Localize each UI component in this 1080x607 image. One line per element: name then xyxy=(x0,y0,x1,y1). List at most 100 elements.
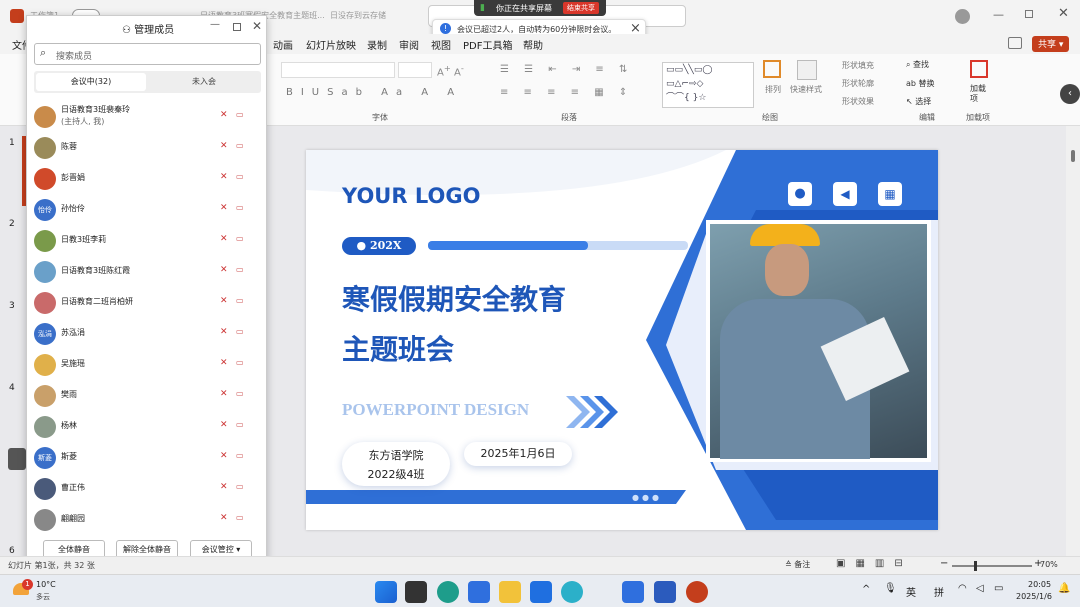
notification-bell-icon[interactable]: 🔔 xyxy=(1058,583,1070,594)
tab-in-meeting[interactable]: 会议中(32) xyxy=(36,73,146,91)
scroll-thumb[interactable] xyxy=(1071,150,1075,162)
member-row[interactable]: 怡伶 孙怡伶 ✕ ▭ xyxy=(27,194,268,225)
zoom-level[interactable]: 70% xyxy=(1040,560,1058,569)
find-button[interactable]: ⌕ 查找 xyxy=(906,59,929,70)
shape-fill[interactable]: 形状填充 xyxy=(842,60,874,71)
shape-outline[interactable]: 形状轮廓 xyxy=(842,78,874,89)
panel-close-icon[interactable]: ✕ xyxy=(252,19,262,33)
panel-minimize-icon[interactable]: — xyxy=(210,19,220,30)
vertical-scrollbar[interactable] xyxy=(1066,126,1080,556)
menu-slideshow[interactable]: 幻灯片放映 xyxy=(306,37,356,52)
wifi-icon[interactable]: ◠ xyxy=(958,583,967,594)
mic-muted-icon[interactable]: ✕ xyxy=(220,327,228,337)
member-row[interactable]: 陈蓉 ✕ ▭ xyxy=(27,132,268,163)
thumb-3[interactable]: 3 xyxy=(9,301,15,311)
comment-icon[interactable] xyxy=(1008,37,1022,49)
menu-pdf[interactable]: PDF工具箱 xyxy=(463,37,512,52)
camera-off-icon[interactable]: ▭ xyxy=(236,141,244,150)
shape-gallery[interactable]: ▭▭╲╲▭◯ ▭△⌐⇨◇ ⌒⌒{ }☆ xyxy=(662,62,754,108)
member-search-input[interactable]: ⌕ 搜索成员 xyxy=(34,43,261,65)
mic-muted-icon[interactable]: ✕ xyxy=(220,420,228,430)
camera-off-icon[interactable]: ▭ xyxy=(236,265,244,274)
thumb-2[interactable]: 2 xyxy=(9,219,15,229)
member-row[interactable]: 日语教育3班裴秦玲 (主持人, 我) ✕ ▭ xyxy=(27,101,268,132)
member-row[interactable]: 樊雨 ✕ ▭ xyxy=(27,380,268,411)
camera-off-icon[interactable]: ▭ xyxy=(236,327,244,336)
font-grow-icon[interactable]: A+ A- xyxy=(437,63,464,78)
share-button[interactable]: 共享 ▾ xyxy=(1032,36,1070,52)
member-row[interactable]: 翩翩园 ✕ ▭ xyxy=(27,504,268,535)
view-buttons[interactable]: ▣▦▥⊟ xyxy=(836,558,913,569)
shape-effect[interactable]: 形状效果 xyxy=(842,96,874,107)
title-tab-3[interactable]: 日没存到云存储 xyxy=(330,10,386,21)
member-row[interactable]: 斯菱 斯菱 ✕ ▭ xyxy=(27,442,268,473)
font-family-dropdown[interactable] xyxy=(281,62,395,78)
menu-review[interactable]: 审阅 xyxy=(399,37,419,52)
mic-muted-icon[interactable]: ✕ xyxy=(220,141,228,151)
mic-muted-icon[interactable]: ✕ xyxy=(220,358,228,368)
tab-not-joined[interactable]: 未入会 xyxy=(149,73,259,91)
zoom-out-icon[interactable]: − xyxy=(940,558,948,569)
zoom-slider[interactable] xyxy=(952,565,1032,567)
para-buttons-row2[interactable]: ≡ ≡ ≡ ≡ ▦ ⇕ xyxy=(500,87,633,98)
menu-animation[interactable]: 动画 xyxy=(273,37,293,52)
word-icon[interactable] xyxy=(654,581,676,603)
explorer-icon[interactable] xyxy=(499,581,521,603)
camera-off-icon[interactable]: ▭ xyxy=(236,234,244,243)
mic-muted-icon[interactable]: ✕ xyxy=(220,296,228,306)
thumb-4[interactable]: 4 xyxy=(9,383,15,393)
powerpoint-icon[interactable] xyxy=(686,581,708,603)
select-button[interactable]: ↖ 选择 xyxy=(906,96,931,107)
addin-label[interactable]: 加载项 xyxy=(970,84,990,104)
ime-lang[interactable]: 英 xyxy=(906,584,916,599)
collapse-ribbon-button[interactable]: ‹ xyxy=(1060,84,1080,104)
camera-off-icon[interactable]: ▭ xyxy=(236,420,244,429)
thumb-1[interactable]: 1 xyxy=(9,138,15,148)
ime-mode[interactable]: 拼 xyxy=(934,584,944,599)
mic-muted-icon[interactable]: ✕ xyxy=(220,234,228,244)
mic-muted-icon[interactable]: ✕ xyxy=(220,482,228,492)
menu-view[interactable]: 视图 xyxy=(431,37,451,52)
clock-date[interactable]: 2025/1/6 xyxy=(1016,592,1052,601)
taskview-icon[interactable] xyxy=(405,581,427,603)
mic-muted-icon[interactable]: ✕ xyxy=(220,389,228,399)
panel-restore-icon[interactable] xyxy=(233,23,241,31)
member-row[interactable]: 泓涓 苏泓涓 ✕ ▭ xyxy=(27,318,268,349)
member-row[interactable]: 日语教育3班陈红霞 ✕ ▭ xyxy=(27,256,268,287)
mic-muted-icon[interactable]: ✕ xyxy=(220,203,228,213)
notes-button[interactable]: ≙ 备注 xyxy=(785,559,810,570)
menu-record[interactable]: 录制 xyxy=(367,37,387,52)
slide-canvas[interactable]: YOUR LOGO ● ◀ ▦ ● 202X 寒假假期安全教育 主题班会 POW… xyxy=(306,150,938,530)
close-window-icon[interactable]: ✕ xyxy=(1058,6,1069,21)
battery-icon[interactable]: ▭ xyxy=(994,583,1003,594)
minimize-icon[interactable]: — xyxy=(993,8,1004,21)
replace-button[interactable]: ab 替换 xyxy=(906,78,935,89)
camera-off-icon[interactable]: ▭ xyxy=(236,110,244,119)
member-row[interactable]: 吴施瑶 ✕ ▭ xyxy=(27,349,268,380)
store-icon[interactable] xyxy=(468,581,490,603)
app-blue-icon[interactable] xyxy=(530,581,552,603)
mic-muted-icon[interactable]: ✕ xyxy=(220,110,228,120)
member-row[interactable]: 日语教育二班肖柏妍 ✕ ▭ xyxy=(27,287,268,318)
member-row[interactable]: 杨林 ✕ ▭ xyxy=(27,411,268,442)
volume-icon[interactable]: ◁ xyxy=(976,583,984,594)
mic-muted-icon[interactable]: ✕ xyxy=(220,265,228,275)
mic-tray-icon[interactable]: 🎙 xyxy=(884,583,897,594)
clock-time[interactable]: 20:05 xyxy=(1028,580,1051,589)
camera-off-icon[interactable]: ▭ xyxy=(236,296,244,305)
mic-muted-icon[interactable]: ✕ xyxy=(220,451,228,461)
restore-icon[interactable] xyxy=(1025,10,1033,18)
camera-off-icon[interactable]: ▭ xyxy=(236,451,244,460)
member-row[interactable]: 日教3班李莉 ✕ ▭ xyxy=(27,225,268,256)
feedback-icon[interactable] xyxy=(8,448,26,470)
camera-off-icon[interactable]: ▭ xyxy=(236,358,244,367)
thumb-6[interactable]: 6 xyxy=(9,546,15,556)
mic-muted-icon[interactable]: ✕ xyxy=(220,172,228,182)
font-format-buttons[interactable]: BIUSab Aa A A xyxy=(286,87,462,98)
member-row[interactable]: 彭晋娟 ✕ ▭ xyxy=(27,163,268,194)
camera-off-icon[interactable]: ▭ xyxy=(236,389,244,398)
camera-off-icon[interactable]: ▭ xyxy=(236,172,244,181)
camera-off-icon[interactable]: ▭ xyxy=(236,513,244,522)
meeting-app-icon[interactable] xyxy=(622,581,644,603)
tray-chevron-icon[interactable]: ^ xyxy=(862,584,870,595)
